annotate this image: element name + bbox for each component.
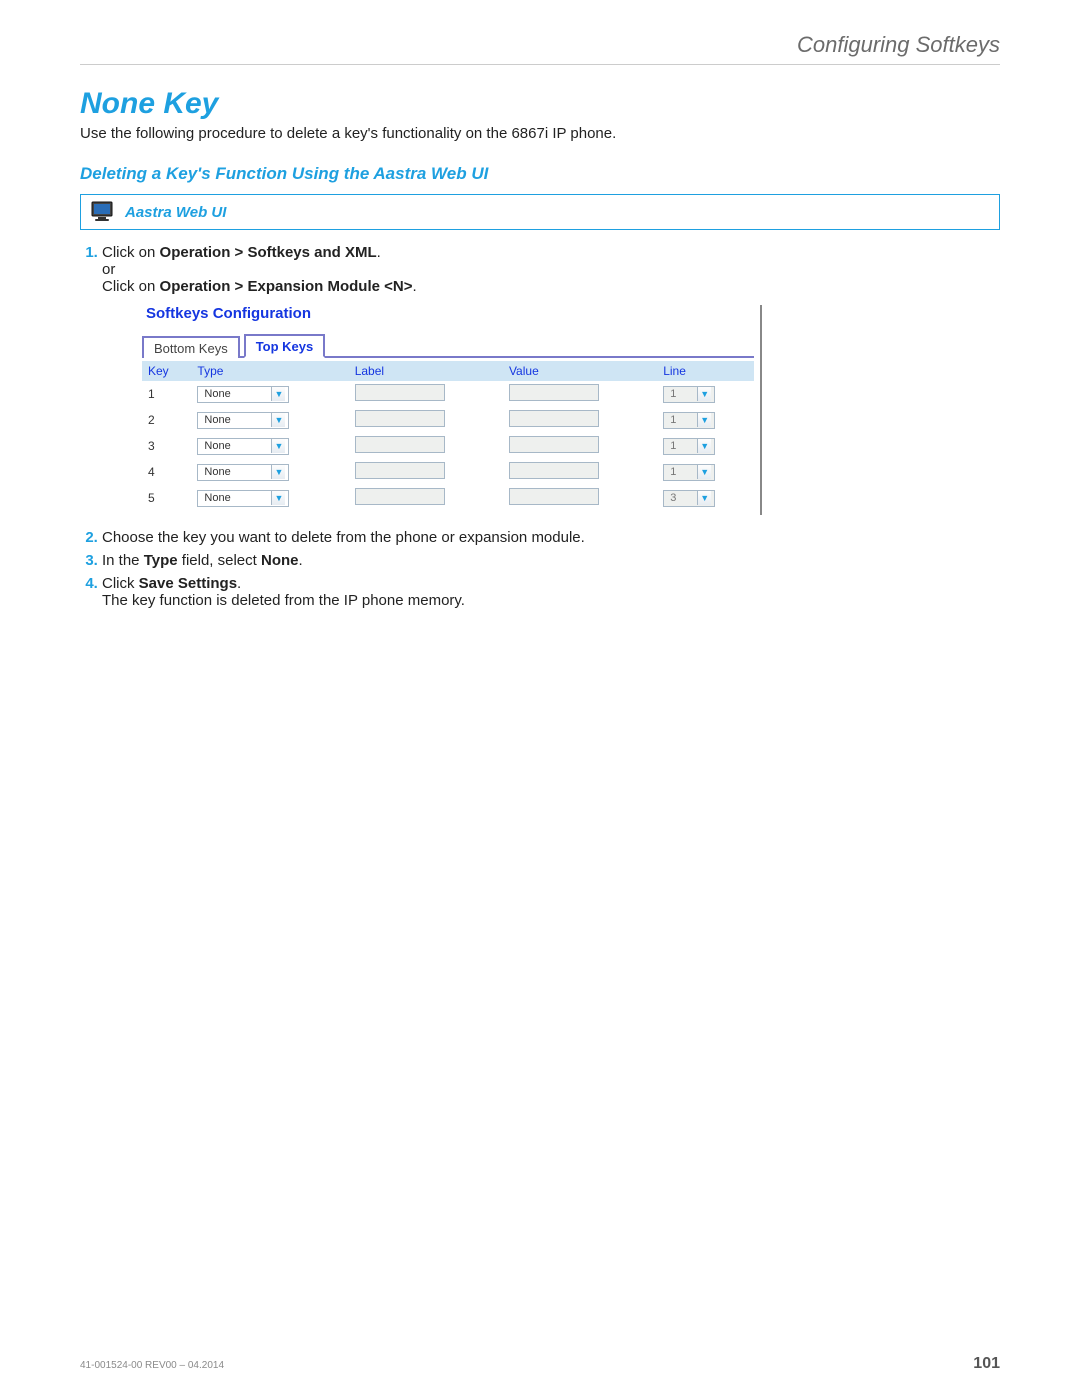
label-input[interactable] — [355, 488, 445, 505]
section-intro: Use the following procedure to delete a … — [80, 125, 1000, 142]
step-1: Click on Operation > Softkeys and XML. o… — [102, 244, 1000, 515]
step-4-sub: The key function is deleted from the IP … — [102, 592, 1000, 609]
line-select[interactable]: 1▼ — [663, 386, 715, 403]
type-select[interactable]: None▼ — [197, 438, 289, 455]
value-input[interactable] — [509, 462, 599, 479]
col-value: Value — [503, 361, 657, 382]
procedure-list: Click on Operation > Softkeys and XML. o… — [102, 244, 1000, 609]
step-3-e: . — [298, 552, 302, 569]
chevron-down-icon: ▼ — [697, 413, 711, 427]
step-1-path-a: Operation > Softkeys and XML — [160, 244, 377, 261]
line-select[interactable]: 3▼ — [663, 490, 715, 507]
aastra-web-ui-box: Aastra Web UI — [80, 194, 1000, 230]
label-input[interactable] — [355, 462, 445, 479]
cell-key: 4 — [142, 459, 191, 485]
type-select[interactable]: None▼ — [197, 490, 289, 507]
step-1-end-a: . — [377, 244, 381, 261]
step-1-end-b: . — [413, 278, 417, 295]
tab-row: Bottom Keys Top Keys — [142, 332, 754, 358]
label-input[interactable] — [355, 410, 445, 427]
table-row: 4 None▼ 1▼ — [142, 459, 754, 485]
chevron-down-icon: ▼ — [271, 413, 285, 427]
line-select[interactable]: 1▼ — [663, 438, 715, 455]
step-4: Click Save Settings. The key function is… — [102, 575, 1000, 609]
table-row: 3 None▼ 1▼ — [142, 433, 754, 459]
step-3-a: In the — [102, 552, 144, 569]
chevron-down-icon: ▼ — [271, 465, 285, 479]
step-1-alt: Click on Operation > Expansion Module <N… — [102, 278, 1000, 295]
value-input[interactable] — [509, 384, 599, 401]
softkeys-screenshot: Softkeys Configuration Bottom Keys Top K… — [142, 305, 762, 515]
step-4-c: . — [237, 575, 241, 592]
screenshot-title: Softkeys Configuration — [146, 305, 754, 322]
step-3-c: field, select — [178, 552, 261, 569]
chevron-down-icon: ▼ — [697, 491, 711, 505]
page-footer: 41-001524-00 REV00 – 04.2014 101 — [80, 1355, 1000, 1373]
chevron-down-icon: ▼ — [697, 387, 711, 401]
chevron-down-icon: ▼ — [271, 491, 285, 505]
step-1-or: or — [102, 261, 1000, 278]
step-4-save: Save Settings — [139, 575, 237, 592]
step-1-path-b: Operation > Expansion Module <N> — [160, 278, 413, 295]
page-number: 101 — [973, 1355, 1000, 1373]
type-select[interactable]: None▼ — [197, 386, 289, 403]
cell-key: 5 — [142, 485, 191, 511]
step-4-a: Click — [102, 575, 139, 592]
cell-key: 2 — [142, 407, 191, 433]
section-title: None Key — [80, 87, 1000, 121]
value-input[interactable] — [509, 410, 599, 427]
softkeys-table: Key Type Label Value Line 1 None▼ 1▼ 2 None▼… — [142, 360, 754, 511]
step-1-text-a: Click on — [102, 244, 160, 261]
value-input[interactable] — [509, 436, 599, 453]
label-input[interactable] — [355, 436, 445, 453]
doc-id: 41-001524-00 REV00 – 04.2014 — [80, 1360, 224, 1371]
monitor-icon — [91, 201, 115, 223]
chevron-down-icon: ▼ — [271, 439, 285, 453]
table-row: 5 None▼ 3▼ — [142, 485, 754, 511]
table-row: 2 None▼ 1▼ — [142, 407, 754, 433]
col-type: Type — [191, 361, 348, 382]
tab-top-keys[interactable]: Top Keys — [244, 334, 326, 358]
subsection-title: Deleting a Key's Function Using the Aast… — [80, 164, 1000, 184]
value-input[interactable] — [509, 488, 599, 505]
chevron-down-icon: ▼ — [697, 465, 711, 479]
cell-key: 3 — [142, 433, 191, 459]
chevron-down-icon: ▼ — [697, 439, 711, 453]
col-label: Label — [349, 361, 503, 382]
col-line: Line — [657, 361, 754, 382]
chapter-title: Configuring Softkeys — [80, 32, 1000, 65]
tab-bottom-keys[interactable]: Bottom Keys — [142, 336, 240, 358]
step-3-none: None — [261, 552, 299, 569]
line-select[interactable]: 1▼ — [663, 464, 715, 481]
line-select[interactable]: 1▼ — [663, 412, 715, 429]
type-select[interactable]: None▼ — [197, 412, 289, 429]
chevron-down-icon: ▼ — [271, 387, 285, 401]
aastra-web-ui-label: Aastra Web UI — [125, 204, 226, 221]
step-3-type: Type — [144, 552, 178, 569]
step-2: Choose the key you want to delete from t… — [102, 529, 1000, 546]
label-input[interactable] — [355, 384, 445, 401]
table-row: 1 None▼ 1▼ — [142, 381, 754, 407]
cell-key: 1 — [142, 381, 191, 407]
step-1-text-b: Click on — [102, 278, 160, 295]
type-select[interactable]: None▼ — [197, 464, 289, 481]
col-key: Key — [142, 361, 191, 382]
step-3: In the Type field, select None. — [102, 552, 1000, 569]
